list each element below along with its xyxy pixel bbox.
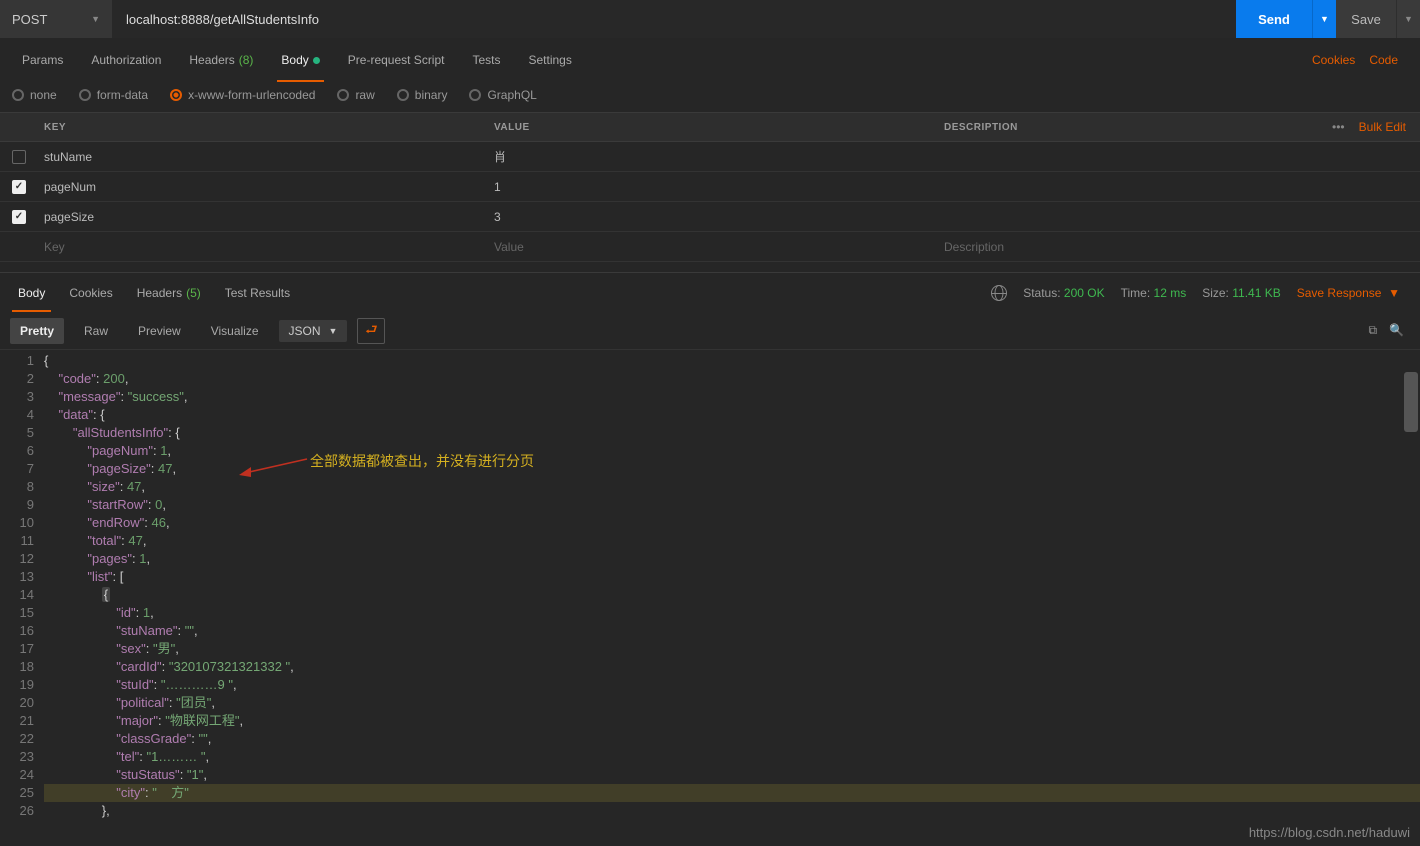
line-gutter: 1234567891011121314151617181920212223242…: [0, 350, 44, 820]
watermark: https://blog.csdn.net/haduwi: [1249, 825, 1410, 840]
save-response-button[interactable]: Save Response ▼: [1297, 286, 1400, 300]
globe-icon[interactable]: [991, 285, 1007, 301]
view-pretty[interactable]: Pretty: [10, 318, 64, 344]
table-row[interactable]: ✓ pageSize 3: [0, 202, 1420, 232]
radio-graphql[interactable]: GraphQL: [469, 88, 536, 102]
row-checkbox[interactable]: ✓: [12, 180, 26, 194]
table-row[interactable]: stuName 肖: [0, 142, 1420, 172]
radio-xwww[interactable]: x-www-form-urlencoded: [170, 88, 315, 102]
arrow-icon: [239, 455, 309, 479]
wrap-lines-icon[interactable]: ⮐: [357, 318, 385, 344]
send-caret[interactable]: ▼: [1312, 0, 1336, 38]
send-button[interactable]: Send: [1236, 0, 1312, 38]
col-description: DESCRIPTION: [938, 122, 1332, 133]
scrollbar[interactable]: [1404, 372, 1418, 432]
save-button[interactable]: Save: [1336, 0, 1396, 38]
radio-raw[interactable]: raw: [337, 88, 374, 102]
dot-indicator-icon: [313, 57, 320, 64]
format-selector[interactable]: JSON▼: [279, 320, 348, 342]
col-value: VALUE: [488, 122, 938, 133]
radio-binary[interactable]: binary: [397, 88, 448, 102]
radio-none[interactable]: none: [12, 88, 57, 102]
search-icon[interactable]: 🔍: [1389, 323, 1404, 338]
method-selector[interactable]: POST▼: [0, 0, 112, 38]
status-label: Status: 200 OK: [1023, 286, 1104, 300]
view-raw[interactable]: Raw: [74, 318, 118, 344]
view-preview[interactable]: Preview: [128, 318, 191, 344]
copy-icon[interactable]: ⧉: [1368, 323, 1377, 338]
caret-down-icon: ▼: [91, 14, 100, 24]
more-icon[interactable]: •••: [1332, 120, 1345, 134]
tab-body[interactable]: Body: [267, 38, 333, 82]
annotation-text: 全部数据都被查出，并没有进行分页: [310, 452, 534, 470]
tab-settings[interactable]: Settings: [515, 38, 586, 82]
table-row-new[interactable]: Key Value Description: [0, 232, 1420, 262]
resp-tab-cookies[interactable]: Cookies: [57, 273, 124, 312]
row-checkbox[interactable]: [12, 150, 26, 164]
tab-params[interactable]: Params: [8, 38, 77, 82]
tab-headers[interactable]: Headers(8): [175, 38, 267, 82]
tab-tests[interactable]: Tests: [458, 38, 514, 82]
size-label: Size: 11.41 KB: [1202, 286, 1281, 300]
radio-formdata[interactable]: form-data: [79, 88, 148, 102]
tab-prerequest[interactable]: Pre-request Script: [334, 38, 459, 82]
table-row[interactable]: ✓ pageNum 1: [0, 172, 1420, 202]
bulk-edit-link[interactable]: Bulk Edit: [1359, 120, 1406, 134]
save-caret[interactable]: ▼: [1396, 0, 1420, 38]
resp-tab-body[interactable]: Body: [6, 273, 57, 312]
tab-authorization[interactable]: Authorization: [77, 38, 175, 82]
resp-tab-headers[interactable]: Headers(5): [125, 273, 213, 312]
response-body[interactable]: 1234567891011121314151617181920212223242…: [0, 350, 1420, 820]
cookies-link[interactable]: Cookies: [1312, 53, 1355, 67]
resp-tab-tests[interactable]: Test Results: [213, 273, 302, 312]
url-input[interactable]: localhost:8888/getAllStudentsInfo: [112, 0, 1236, 38]
time-label: Time: 12 ms: [1121, 286, 1187, 300]
col-key: KEY: [38, 122, 488, 133]
code-link[interactable]: Code: [1369, 53, 1398, 67]
view-visualize[interactable]: Visualize: [201, 318, 269, 344]
row-checkbox[interactable]: ✓: [12, 210, 26, 224]
